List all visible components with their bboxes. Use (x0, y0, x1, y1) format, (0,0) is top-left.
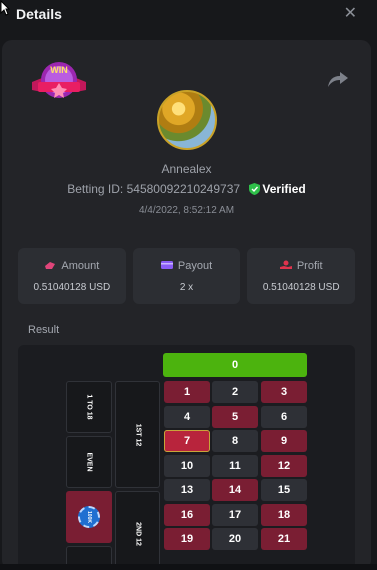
stat-payout-label: Payout (177, 260, 213, 272)
roulette-board: 0 1 TO 18 EVEN 100K 1ST 12 2ND 12 123456… (18, 345, 355, 570)
bet-even: EVEN (66, 436, 112, 488)
stat-payout: Payout 2 x (132, 248, 241, 304)
number-cell-11: 11 (212, 454, 258, 477)
badge-text: WIN (50, 65, 68, 75)
wallet-icon (160, 261, 173, 269)
chip-label: 100K (86, 511, 92, 523)
bottom-strip (0, 564, 377, 570)
details-header: Details ✕ (0, 0, 377, 30)
verified-label: Verified (262, 182, 306, 196)
betting-id: 54580092210249737 (126, 182, 241, 196)
number-cell-19: 19 (164, 528, 210, 550)
number-cell-21: 21 (261, 528, 307, 550)
stat-amount-label: Amount (61, 260, 100, 272)
number-cell-2: 2 (212, 381, 258, 403)
number-cell-10: 10 (164, 454, 210, 477)
details-panel: WIN Annealex Betting ID: 545800922102497… (2, 40, 371, 570)
bet-1-to-18-label: 1 TO 18 (85, 394, 93, 420)
betting-id-label: Betting ID: (67, 182, 124, 196)
number-cell-15: 15 (261, 479, 307, 501)
coins-icon (45, 262, 56, 269)
number-cell-9: 9 (261, 430, 307, 452)
stat-profit: Profit 0.51040128 USD (247, 248, 356, 304)
stat-payout-value: 2 x (179, 282, 194, 293)
bet-date: 4/4/2022, 8:52:12 AM (138, 205, 235, 216)
number-cell-6: 6 (261, 405, 307, 428)
stats-row: Amount 0.51040128 USD Payout 2 x Profit … (18, 248, 356, 304)
bet-1-to-18: 1 TO 18 (66, 381, 112, 433)
bet-red: 100K (66, 491, 112, 543)
bet-even-label: EVEN (85, 452, 93, 472)
result-label: Result (28, 324, 60, 336)
bet-1st-12: 1ST 12 (115, 381, 160, 488)
number-cell-12: 12 (261, 454, 307, 477)
username: Annealex (161, 162, 212, 176)
number-cell-16: 16 (164, 503, 210, 526)
stat-amount: Amount 0.51040128 USD (18, 248, 126, 304)
number-cell-4: 4 (164, 405, 210, 428)
number-cell-5: 5 (212, 405, 258, 428)
betting-id-line: Betting ID: 54580092210249737 Verified (2, 182, 371, 196)
avatar (157, 90, 217, 150)
number-cell-14: 14 (212, 479, 258, 501)
bet-1st-12-label: 1ST 12 (134, 423, 141, 446)
dialog-title: Details (16, 6, 62, 22)
number-cell-18: 18 (261, 503, 307, 526)
number-cell-20: 20 (212, 528, 258, 550)
stat-amount-value: 0.51040128 USD (33, 282, 111, 293)
bet-2nd-12: 2ND 12 (115, 491, 160, 570)
win-badge-icon: WIN (32, 62, 86, 98)
bet-2nd-12-label: 2ND 12 (134, 521, 141, 546)
chip-icon: 100K (78, 506, 100, 528)
close-icon[interactable]: ✕ (344, 5, 357, 23)
shield-check-icon (249, 183, 261, 195)
number-cell-0: 0 (163, 353, 307, 377)
number-cell-1: 1 (164, 381, 210, 403)
number-cell-3: 3 (261, 381, 307, 403)
number-cell-7: 7 (164, 430, 210, 452)
number-cell-13: 13 (164, 479, 210, 501)
money-hand-icon (279, 260, 292, 269)
number-cell-17: 17 (212, 503, 258, 526)
share-icon[interactable] (327, 70, 349, 88)
number-cell-8: 8 (212, 430, 258, 452)
stat-profit-label: Profit (296, 260, 323, 272)
stat-profit-value: 0.51040128 USD (262, 282, 340, 293)
